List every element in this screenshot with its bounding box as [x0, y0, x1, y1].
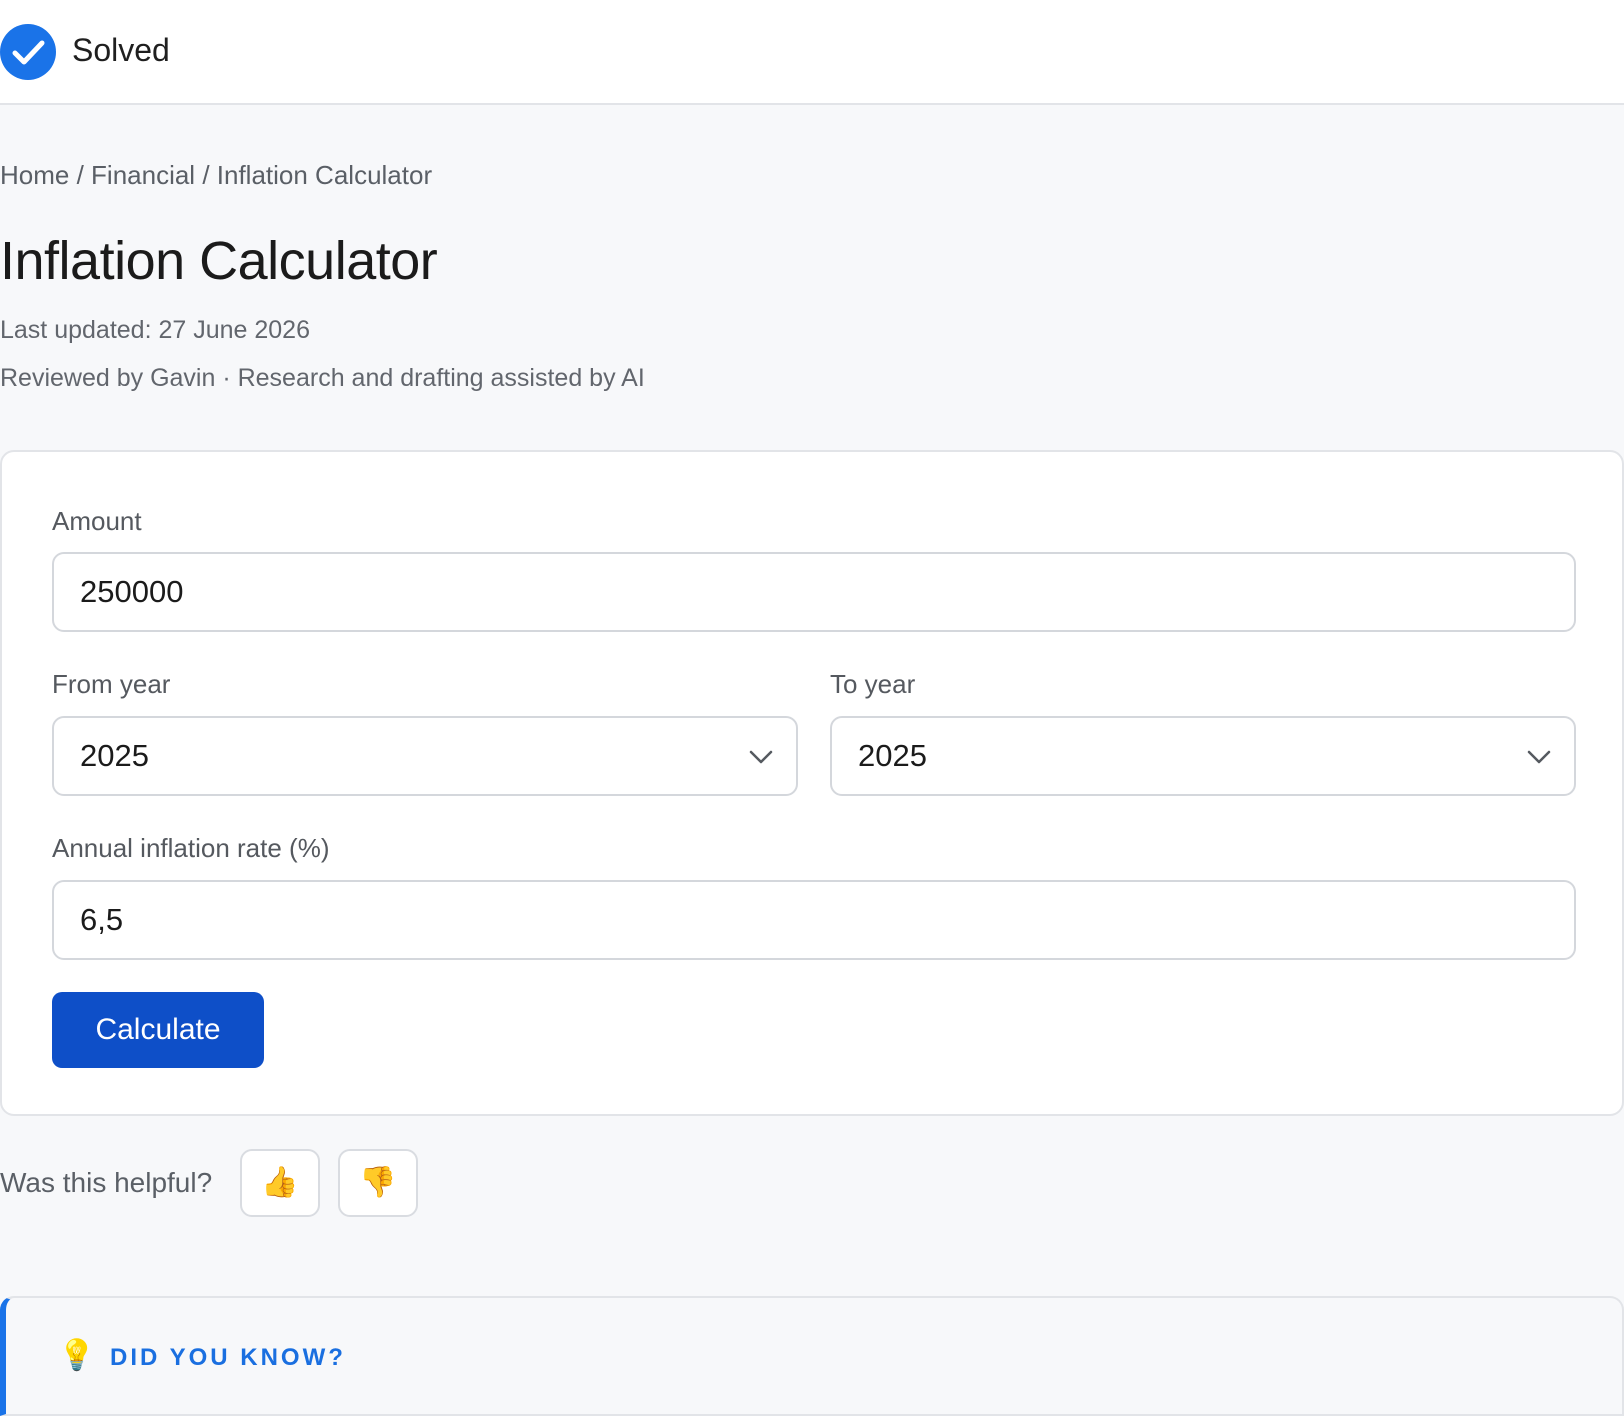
breadcrumb-separator: /	[69, 160, 92, 190]
breadcrumb: Home / Financial / Inflation Calculator	[0, 160, 432, 191]
chevron-down-icon	[749, 750, 773, 764]
breadcrumb-home[interactable]: Home	[0, 160, 69, 190]
calculator-card: Amount 250000 From year 2025 To year 202…	[0, 450, 1624, 1116]
from-year-label: From year	[52, 669, 171, 699]
thumbs-up-icon: 👍	[261, 1166, 299, 1199]
check-circle-icon	[0, 24, 56, 80]
last-updated: Last updated: 27 June 2026	[0, 316, 310, 344]
from-year-select[interactable]: 2025	[52, 716, 798, 796]
helpful-question: Was this helpful?	[0, 1167, 213, 1198]
status-label: Solved	[72, 32, 170, 68]
to-year-select[interactable]: 2025	[830, 716, 1576, 796]
breadcrumb-financial[interactable]: Financial	[91, 160, 195, 190]
to-year-value: 2025	[858, 738, 927, 773]
did-you-know-card: 💡 DID YOU KNOW?	[0, 1296, 1624, 1416]
lightbulb-icon: 💡	[58, 1339, 96, 1372]
thumbs-down-button[interactable]: 👎	[338, 1149, 418, 1217]
chevron-down-icon	[1527, 750, 1551, 764]
reviewed-by: Reviewed by Gavin · Research and draftin…	[0, 364, 645, 392]
amount-label: Amount	[52, 506, 142, 536]
from-year-value: 2025	[80, 738, 149, 773]
to-year-label: To year	[830, 669, 916, 699]
thumbs-up-button[interactable]: 👍	[240, 1149, 320, 1217]
rate-input[interactable]: 6,5	[52, 880, 1576, 960]
tip-heading: DID YOU KNOW?	[110, 1344, 346, 1371]
page-title: Inflation Calculator	[0, 231, 438, 291]
thumbs-down-icon: 👎	[359, 1166, 397, 1199]
rate-label: Annual inflation rate (%)	[52, 833, 330, 863]
top-bar: Solved	[0, 0, 1624, 105]
amount-input[interactable]: 250000	[52, 552, 1576, 632]
breadcrumb-current: Inflation Calculator	[216, 160, 433, 190]
calculate-button[interactable]: Calculate	[52, 992, 264, 1068]
breadcrumb-separator: /	[195, 160, 217, 190]
